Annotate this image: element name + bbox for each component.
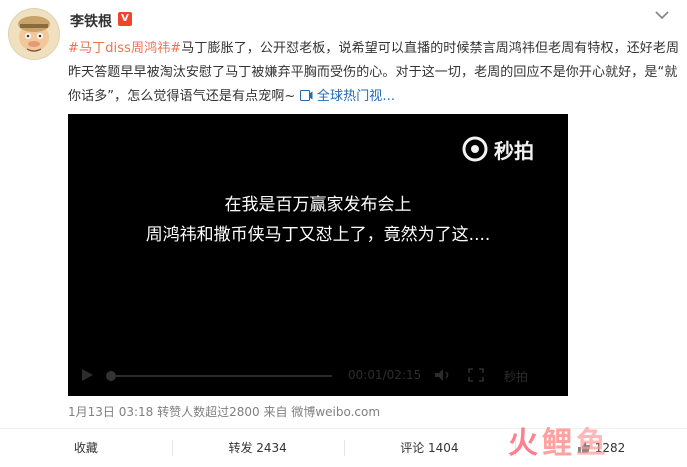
miaopai-icon — [462, 136, 488, 162]
video-controls: 00:01/02:15 秒拍 — [68, 360, 568, 390]
video-link-label: 全球热门视... — [316, 89, 396, 104]
post-source[interactable]: 来自 微博weibo.com — [264, 405, 381, 419]
verified-badge-icon[interactable]: V — [118, 12, 132, 26]
video-time: 00:01/02:15 — [348, 368, 422, 382]
miaopai-logo-text: 秒拍 — [494, 138, 534, 163]
favorite-label: 收藏 — [73, 441, 98, 455]
video-brand-label: 秒拍 — [504, 370, 529, 384]
chevron-down-icon[interactable] — [653, 8, 671, 22]
video-caption-line1: 在我是百万赢家发布会上 — [224, 195, 412, 215]
comment-label: 评论 1404 — [400, 441, 459, 455]
fullscreen-icon[interactable] — [468, 368, 484, 382]
play-icon[interactable] — [80, 368, 94, 382]
hashtag-link[interactable]: #马丁diss周鸿祎# — [68, 41, 181, 56]
video-progress-thumb[interactable] — [106, 371, 116, 381]
post-date[interactable]: 1月13日 03:18 — [68, 405, 153, 419]
video-caption-line2: 周鸿祎和撒币侠马丁又怼上了，竟然为了这.... — [145, 225, 491, 245]
volume-icon[interactable] — [434, 368, 452, 382]
avatar-illustration — [9, 9, 59, 59]
watermark-char-2: 鲤 — [542, 426, 576, 461]
video-progress-bar[interactable] — [110, 375, 332, 377]
video-link[interactable]: 全球热门视... — [299, 89, 396, 104]
post-meta: 1月13日 03:18 转赞人数超过2800 来自 微博weibo.com — [68, 403, 380, 420]
repost-label: 转发 2434 — [228, 441, 287, 455]
watermark-logo: 火 鲤 鱼 — [508, 416, 610, 464]
avatar[interactable] — [8, 8, 60, 60]
video-caption: 在我是百万赢家发布会上 周鸿祎和撒币侠马丁又怼上了，竟然为了这.... — [68, 190, 568, 250]
post-text: #马丁diss周鸿祎#马丁膨胀了，公开怼老板，说希望可以直播的时候禁言周鸿祎但老… — [68, 37, 680, 109]
repost-button[interactable]: 转发 2434 — [171, 429, 344, 467]
comment-button[interactable]: 评论 1404 — [343, 429, 516, 467]
miaopai-logo: 秒拍 — [462, 134, 534, 164]
post-repost-info: 转赞人数超过2800 — [157, 405, 260, 419]
favorite-button[interactable]: 收藏 — [0, 429, 172, 467]
watermark-char-3: 鱼 — [576, 426, 610, 461]
username[interactable]: 李铁根 — [70, 11, 112, 31]
watermark-char-1: 火 — [508, 426, 542, 461]
video-icon — [299, 90, 313, 101]
video-brand: 秒拍 — [504, 368, 528, 385]
